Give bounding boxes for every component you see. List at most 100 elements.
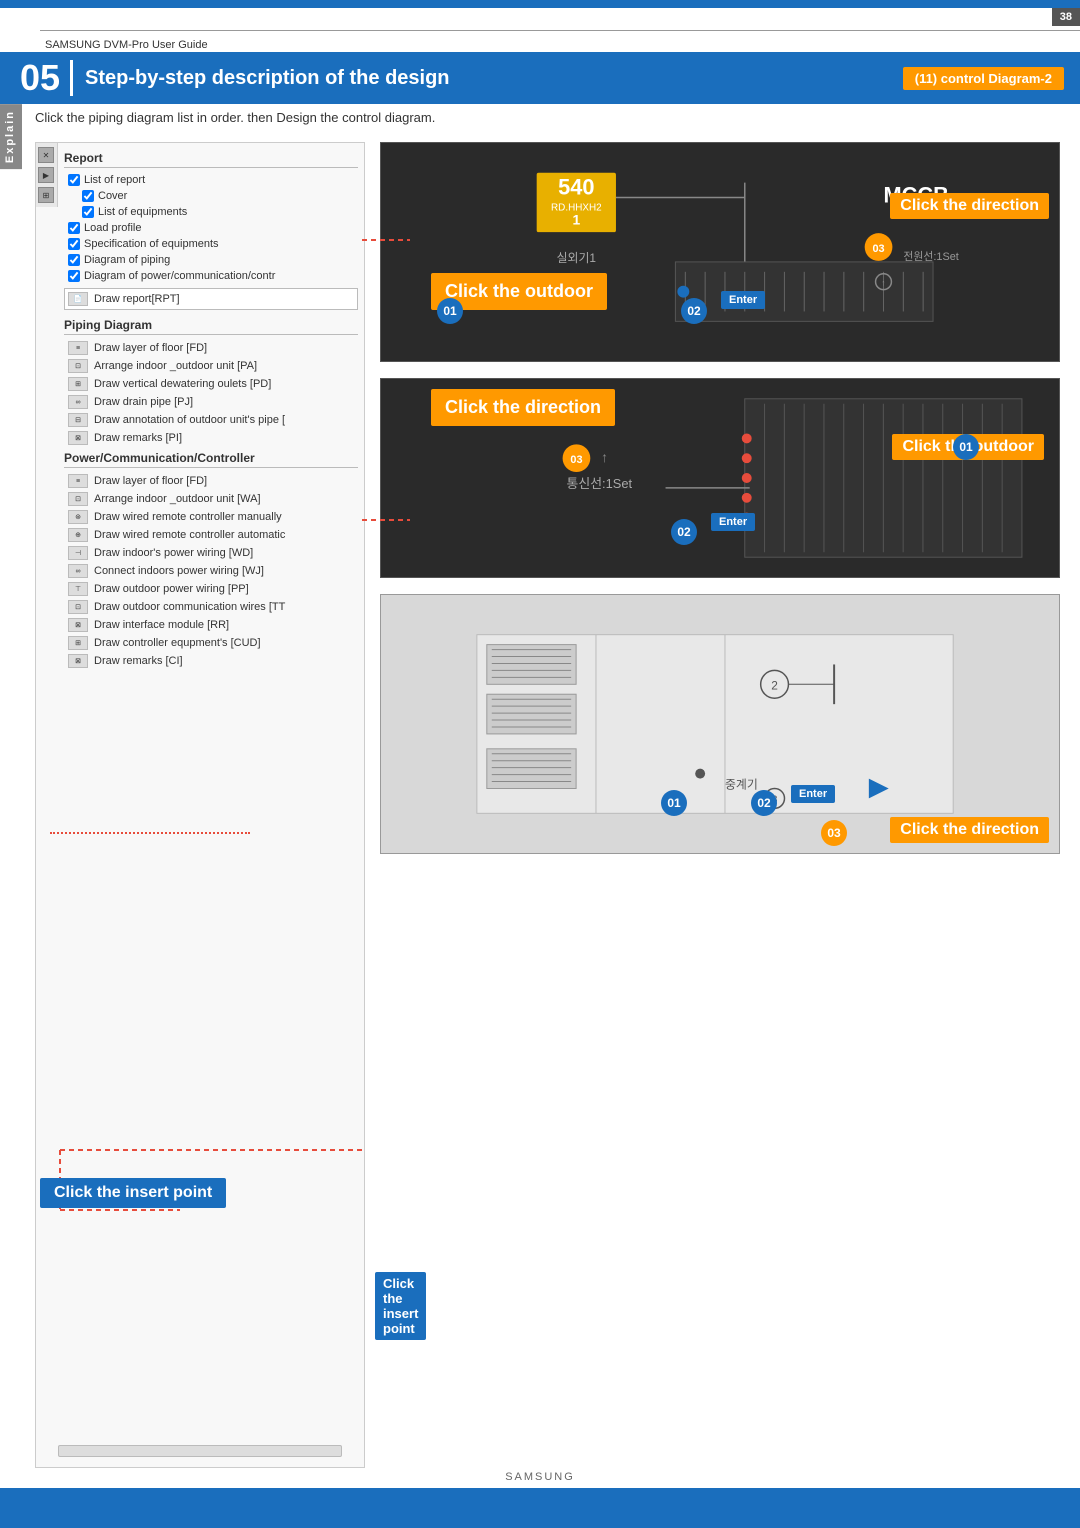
bot-insert-callout: Clicktheinsertpoint [375,1272,426,1340]
mid-diagram-section: 통신선:1Set 03 ↑ Click the direction Click … [380,378,1060,578]
panel-toolbar: ✕ ▶ ⊞ [36,143,58,207]
checkbox-spec[interactable] [68,238,80,250]
checkbox-list-of-report[interactable] [68,174,80,186]
list-item-piping[interactable]: Diagram of piping [64,252,358,268]
draw-report-label: Draw report[RPT] [94,293,180,305]
svg-text:03: 03 [872,243,884,255]
arrange-icon: ⊡ [68,359,88,373]
step-01-top: 01 [437,298,463,324]
indoor-power-icon: ⊣ [68,546,88,560]
enter-label-bot: Enter [791,785,835,803]
annotation-icon: ⊟ [68,413,88,427]
top-diagram-section: 540 RD.HHXH2 1 실외기1 MCCB [380,142,1060,362]
svg-text:실외기1: 실외기1 [557,251,597,265]
piping-item-3[interactable]: ∞ Draw drain pipe [PJ] [64,393,358,411]
checkbox-equipment[interactable] [82,206,94,218]
list-item-report[interactable]: List of report [64,172,358,188]
insert-point-button[interactable]: Click the insert point [40,1178,226,1208]
floor-icon-0: ≡ [68,341,88,355]
power-item-9[interactable]: ⊞ Draw controller equpment's [CUD] [64,634,358,652]
list-item-cover[interactable]: Cover [64,188,358,204]
piping-item-1[interactable]: ⊡ Arrange indoor _outdoor unit [PA] [64,357,358,375]
interface-icon: ⊠ [68,618,88,632]
svg-text:2: 2 [771,678,778,692]
power-item-10[interactable]: ⊠ Draw remarks [CI] [64,652,358,670]
checkbox-piping[interactable] [68,254,80,266]
list-item-equipment[interactable]: List of equipments [64,204,358,220]
dotted-arrow-line [50,832,250,834]
mid-diagram: 통신선:1Set 03 ↑ Click the direction Click … [380,378,1060,578]
callout-direction-mid: Click the direction [431,389,615,426]
panel-content: Report List of report Cover List of equi… [58,143,364,1467]
list-item-load[interactable]: Load profile [64,220,358,236]
chapter-title: Step-by-step description of the design [85,67,903,90]
page-number: 38 [1052,8,1080,26]
power-item-4[interactable]: ⊣ Draw indoor's power wiring [WD] [64,544,358,562]
checkbox-cover[interactable] [82,190,94,202]
piping-section-header: Piping Diagram [64,314,358,335]
arrange-icon-2: ⊡ [68,492,88,506]
bot-insert-text: Clicktheinsertpoint [383,1276,418,1336]
step-01-bot: 01 [661,790,687,816]
piping-item-0[interactable]: ≡ Draw layer of floor [FD] [64,339,358,357]
list-item-power-comm[interactable]: Diagram of power/communication/contr [64,268,358,284]
power-item-7[interactable]: ⊡ Draw outdoor communication wires [TT [64,598,358,616]
top-accent-bar [0,0,1080,8]
left-panel: ✕ ▶ ⊞ Report List of report Cover List o… [35,142,365,1468]
step-03-bot: 03 [821,820,847,846]
step-01-mid: 01 [953,434,979,460]
brand-area: SAMSUNG [0,1468,1080,1486]
bot-diagram-svg: 2 중계기 3 [381,595,1059,853]
chapter-divider [70,60,73,96]
step-02-bot: 02 [751,790,777,816]
svg-text:중계기: 중계기 [725,778,758,792]
connect-indoors-icon: ∞ [68,564,88,578]
piping-item-5[interactable]: ⊠ Draw remarks [PI] [64,429,358,447]
piping-item-4[interactable]: ⊟ Draw annotation of outdoor unit's pipe… [64,411,358,429]
top-diagram-svg: 540 RD.HHXH2 1 실외기1 MCCB [381,143,1059,361]
bot-diagram: 2 중계기 3 01 02 [380,594,1060,854]
draw-report-item[interactable]: 📄 Draw report[RPT] [64,288,358,310]
outdoor-comm-icon: ⊡ [68,600,88,614]
checkbox-load[interactable] [68,222,80,234]
label-power-comm: Diagram of power/communication/contr [84,270,275,282]
controller-icon: ⊞ [68,636,88,650]
power-item-6[interactable]: ⊤ Draw outdoor power wiring [PP] [64,580,358,598]
power-item-0[interactable]: ≡ Draw layer of floor [FD] [64,472,358,490]
label-equipment: List of equipments [98,206,187,218]
svg-text:↑: ↑ [601,449,608,465]
svg-text:540: 540 [558,175,594,200]
chapter-tag: (11) control Diagram-2 [903,67,1064,90]
label-cover: Cover [98,190,127,202]
enter-label-mid: Enter [711,513,755,531]
svg-text:03: 03 [570,454,582,466]
checkbox-power-comm[interactable] [68,270,80,282]
bot-diagram-section: 2 중계기 3 01 02 [380,594,1060,854]
svg-text:전원선:1Set: 전원선:1Set [903,250,959,263]
explain-label: Explain [0,104,22,169]
callout-direction-bot: Click the direction [890,817,1049,843]
power-item-5[interactable]: ∞ Connect indoors power wiring [WJ] [64,562,358,580]
close-icon[interactable]: ✕ [38,147,54,163]
panel-scrollbar[interactable] [58,1445,342,1457]
svg-text:↑: ↑ [882,279,886,288]
chapter-banner: 05 Step-by-step description of the desig… [0,52,1080,104]
power-item-8[interactable]: ⊠ Draw interface module [RR] [64,616,358,634]
power-item-2[interactable]: ⊛ Draw wired remote controller manually [64,508,358,526]
remarks-icon-0: ⊠ [68,431,88,445]
brand-text: SAMSUNG [505,1471,575,1483]
floor-icon-1: ≡ [68,474,88,488]
report-section-header: Report [64,147,358,168]
label-list-of-report: List of report [84,174,145,186]
explain-text: Click the piping diagram list in order. … [35,110,435,125]
list-item-spec[interactable]: Specification of equipments [64,236,358,252]
power-item-3[interactable]: ⊕ Draw wired remote controller automatic [64,526,358,544]
grid-icon[interactable]: ⊞ [38,187,54,203]
label-load: Load profile [84,222,142,234]
power-item-1[interactable]: ⊡ Arrange indoor _outdoor unit [WA] [64,490,358,508]
draw-report-icon: 📄 [68,292,88,306]
header-text: SAMSUNG DVM-Pro User Guide [40,39,208,51]
piping-item-2[interactable]: ⊞ Draw vertical dewatering oulets [PD] [64,375,358,393]
main-content: 540 RD.HHXH2 1 실외기1 MCCB [380,142,1060,870]
forward-icon[interactable]: ▶ [38,167,54,183]
